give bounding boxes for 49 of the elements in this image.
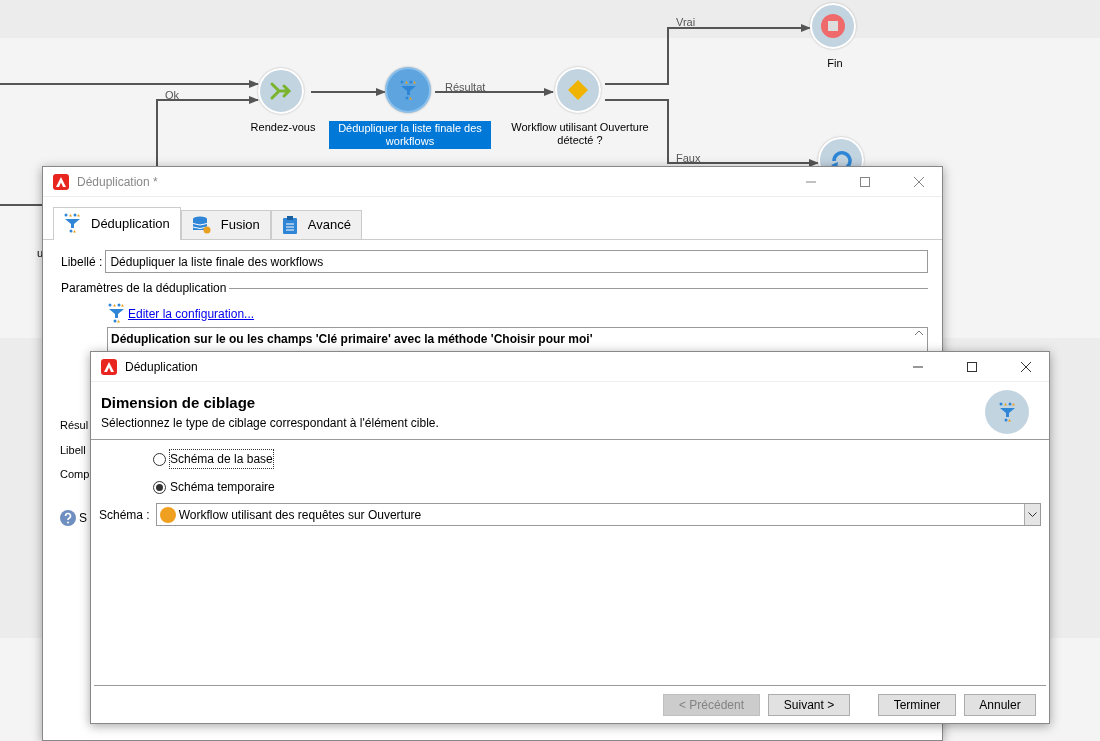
tab[interactable]: Fusion	[180, 210, 271, 239]
diamond-icon	[567, 79, 589, 101]
radio-label[interactable]: Schéma de la base	[169, 449, 274, 469]
scroll-up-icon	[914, 330, 924, 336]
radio-button[interactable]	[153, 452, 166, 466]
radio-button[interactable]	[153, 480, 166, 494]
dialog-subtitle: Sélectionnez le type de ciblage correspondant à l'élément cible.	[101, 415, 439, 433]
field-label: Libell	[60, 442, 86, 458]
edit-link[interactable]: Editer la configuration...	[128, 304, 255, 323]
tab[interactable]: Avancé	[270, 210, 362, 239]
node-label: Fin	[826, 57, 844, 70]
field-label: Libellé :	[61, 253, 103, 271]
schema-dropdown[interactable]: Workflow utilisant des requêtes sur Ouverture	[155, 503, 1041, 526]
node-label: Workflow utilisant Ouverture détecté ?	[510, 121, 650, 147]
text-field[interactable]: Dédupliquer la liste finale des workflows	[105, 250, 928, 273]
chevron-down-icon	[1028, 511, 1037, 518]
edge-label: Résultat	[445, 80, 486, 95]
app-logo-icon	[53, 173, 69, 190]
database-gear-icon	[191, 216, 211, 234]
node-label: u	[37, 246, 44, 261]
close-icon[interactable]	[1021, 361, 1031, 372]
edge-label: Faux	[676, 151, 701, 166]
field-label: Comp	[60, 467, 90, 482]
funnel-badge-icon	[985, 390, 1029, 434]
edge-label: Ok	[165, 88, 180, 103]
dialog-heading: Dimension de ciblage	[101, 392, 257, 413]
wizard-button[interactable]: Terminer	[878, 694, 956, 716]
merge-arrow-icon	[269, 80, 293, 102]
stop-icon	[821, 14, 845, 38]
window-title: Déduplication	[125, 358, 199, 376]
node-label: Dédupliquer la liste finale des workflows	[329, 121, 491, 149]
tab[interactable]: Déduplication	[53, 207, 181, 240]
help-icon	[60, 509, 76, 526]
window-title: Déduplication *	[77, 173, 159, 191]
funnel-icon	[399, 79, 417, 101]
app-logo-icon	[101, 358, 117, 375]
edge-label: Vrai	[676, 15, 696, 30]
wizard-button[interactable]: Annuler	[964, 694, 1036, 716]
clipboard-icon	[281, 215, 298, 235]
wizard-button[interactable]: Suivant >	[768, 694, 850, 716]
section-title: Paramètres de la déduplication	[61, 280, 227, 297]
field-label: Résul	[60, 418, 89, 433]
field-label: Schéma :	[99, 506, 150, 524]
help-text: S	[79, 509, 87, 527]
funnel-icon	[108, 303, 125, 324]
radio-label[interactable]: Schéma temporaire	[169, 477, 276, 497]
funnel-icon	[64, 213, 81, 234]
workflow-node[interactable]	[385, 67, 431, 113]
maximize-icon[interactable]	[967, 361, 977, 372]
